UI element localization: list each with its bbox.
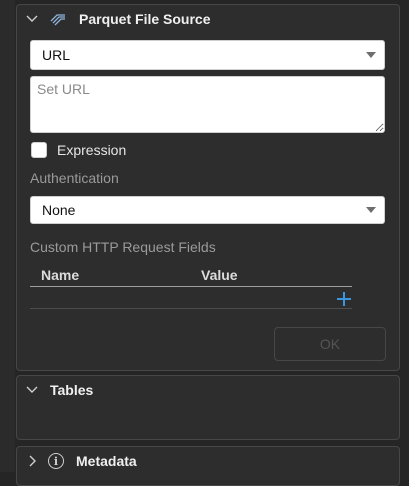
custom-http-fields-label: Custom HTTP Request Fields — [30, 239, 216, 255]
source-type-dropdown[interactable]: URL — [30, 40, 385, 70]
column-header-name: Name — [41, 267, 80, 283]
chevron-right-icon[interactable] — [25, 454, 39, 468]
authentication-dropdown[interactable]: None — [30, 196, 385, 224]
url-input[interactable] — [30, 76, 385, 133]
plus-icon — [337, 292, 351, 306]
expression-checkbox[interactable] — [31, 142, 47, 158]
custom-fields-table-header: Name Value — [30, 264, 352, 287]
source-type-value: URL — [42, 47, 71, 63]
ok-button[interactable]: OK — [274, 327, 386, 361]
expression-label: Expression — [57, 142, 127, 158]
chevron-down-icon — [366, 207, 376, 213]
metadata-panel-title: Metadata — [76, 453, 137, 469]
authentication-label: Authentication — [30, 170, 119, 186]
tables-panel-header[interactable]: Tables — [17, 376, 399, 404]
metadata-panel-header[interactable]: i Metadata — [17, 447, 399, 475]
parquet-icon — [49, 11, 67, 27]
column-header-value: Value — [201, 267, 238, 283]
custom-fields-table-divider — [30, 308, 352, 309]
tables-panel-title: Tables — [50, 382, 94, 398]
parquet-panel-title: Parquet File Source — [79, 11, 211, 27]
chevron-down-icon[interactable] — [25, 12, 39, 26]
authentication-value: None — [42, 202, 76, 218]
parquet-file-source-panel: Parquet File Source URL Expression Authe… — [16, 4, 400, 371]
chevron-down-icon[interactable] — [25, 383, 39, 397]
parquet-panel-header[interactable]: Parquet File Source — [17, 5, 399, 33]
add-field-button[interactable] — [335, 290, 353, 308]
left-edge-strip — [0, 0, 15, 472]
metadata-panel: i Metadata — [16, 446, 400, 486]
tables-panel: Tables — [16, 375, 400, 440]
info-icon: i — [48, 453, 64, 469]
chevron-down-icon — [366, 52, 376, 58]
